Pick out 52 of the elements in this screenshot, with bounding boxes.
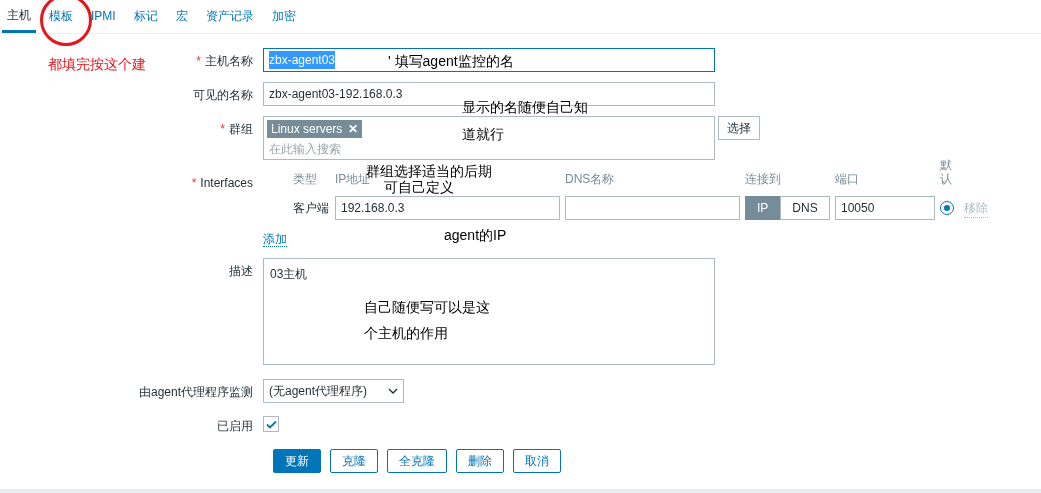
field-label: 主机名称 [205,53,253,70]
tab[interactable]: 宏 [170,0,193,33]
port-field[interactable]: 10050 [835,196,935,220]
search-placeholder: 在此输入搜索 [269,142,341,156]
annotation-text: 都填完按这个建 [48,55,146,74]
default-radio[interactable] [940,201,954,215]
field-label: 由agent代理程序监测 [138,384,253,401]
close-icon[interactable]: ✕ [348,120,359,138]
annotation-text: 道就行 [462,125,504,144]
form-button[interactable]: 取消 [513,449,561,473]
tab[interactable]: 主机 [2,0,36,33]
form-button[interactable]: 删除 [456,449,504,473]
tab[interactable]: IPMI [86,0,121,33]
select-button[interactable]: 选择 [718,116,760,140]
tab[interactable]: 资产记录 [200,0,259,33]
column-header: 连接到 [745,172,781,186]
tab[interactable]: 加密 [266,0,301,33]
annotation-text: 个主机的作用 [364,324,448,343]
selected-text: zbx-agent03 [269,51,336,69]
column-header: DNS名称 [565,172,615,186]
field-label: Interfaces [200,175,253,192]
proxy-select[interactable]: (无agent代理程序) [263,379,404,403]
column-header: 默认 [940,158,952,186]
interface-type: 客户端 [293,201,329,215]
form-button[interactable]: 克隆 [330,449,378,473]
field-label: 可见的名称 [193,87,253,104]
tab[interactable]: 标记 [128,0,163,33]
field-label: 群组 [229,121,253,138]
ip-field[interactable]: 192.168.0.3 [335,196,560,220]
column-header: 类型 [293,172,317,186]
dns-field[interactable] [565,196,740,220]
annotation-text: agent的IP [444,226,507,245]
annotation-text: 可自己定义 [384,178,454,197]
connect-toggle[interactable]: DNS [780,196,830,220]
form-button[interactable]: 全克隆 [387,449,447,473]
add-link[interactable]: 添加 [263,232,287,247]
required-mark: * [191,175,197,192]
check-icon [265,419,277,429]
field-label: 已启用 [217,418,253,435]
required-mark: * [220,121,225,138]
group-tag[interactable]: Linux servers ✕ [267,120,363,138]
annotation-text: ' 填写agent监控的名 [388,52,514,71]
connect-toggle[interactable]: IP [745,196,781,220]
column-header: 端口 [835,172,859,186]
form-button[interactable]: 更新 [273,449,321,473]
tab[interactable]: 模板 [44,0,78,33]
field-label: 描述 [229,263,253,280]
chevron-down-icon [388,388,398,394]
tag-label: Linux servers [271,121,343,138]
required-mark: * [196,53,201,70]
enabled-checkbox[interactable] [263,416,279,432]
annotation-text: 自己随便写可以是这 [364,298,490,317]
